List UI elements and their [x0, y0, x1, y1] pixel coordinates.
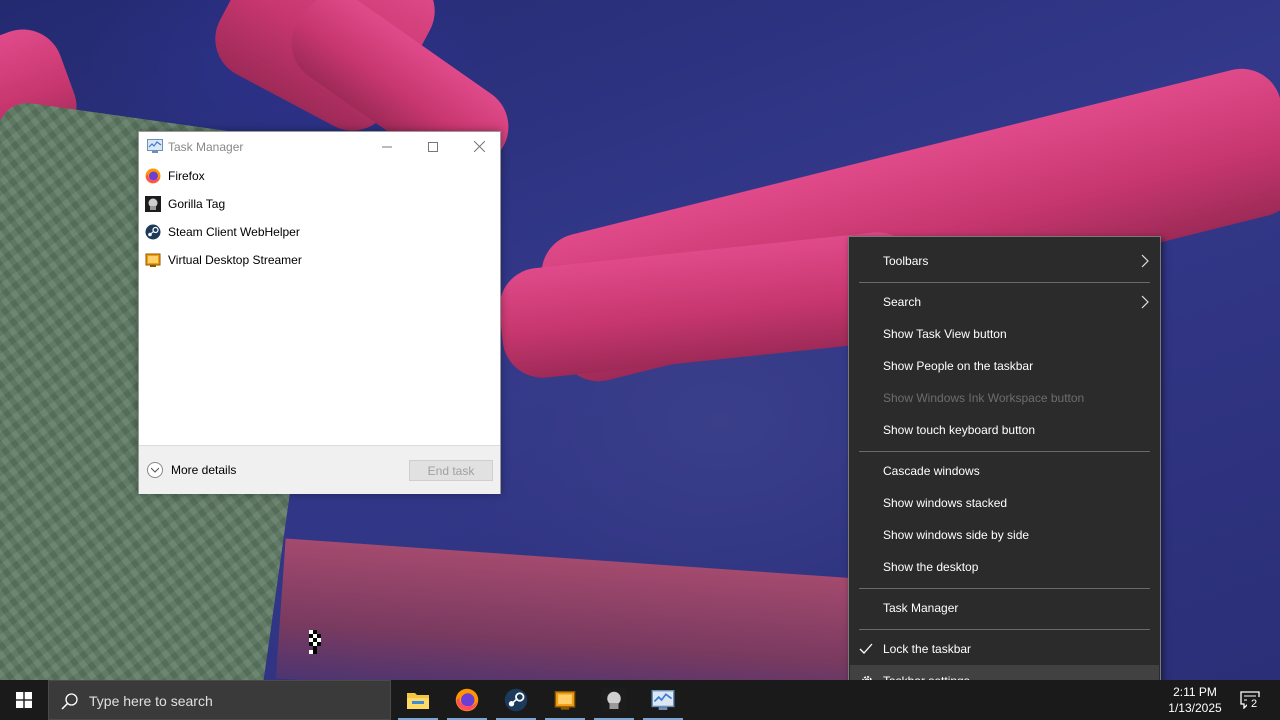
minimize-button[interactable] [364, 132, 410, 161]
taskbar-app-file-explorer[interactable] [394, 680, 442, 720]
task-manager-icon [651, 690, 675, 710]
taskbar-context-menu: Toolbars Search Show Task View button Sh… [848, 236, 1161, 705]
menu-item-cascade-windows[interactable]: Cascade windows [849, 455, 1160, 487]
steam-icon [504, 688, 528, 712]
checkmark-icon [859, 643, 873, 654]
process-list: Firefox Gorilla Tag Steam Client WebHelp… [139, 162, 500, 274]
process-item-gorilla-tag[interactable]: Gorilla Tag [139, 190, 500, 218]
maximize-button[interactable] [410, 132, 456, 161]
gorilla-tag-icon [145, 196, 161, 212]
menu-item-show-touch-keyboard[interactable]: Show touch keyboard button [849, 414, 1160, 446]
menu-separator [859, 588, 1150, 589]
end-task-button[interactable]: End task [409, 460, 493, 481]
taskbar-search-box[interactable]: Type here to search [48, 680, 391, 720]
menu-item-label: Show touch keyboard button [883, 423, 1036, 437]
menu-item-label: Cascade windows [883, 464, 980, 478]
pink-floor [275, 538, 905, 680]
menu-item-toolbars[interactable]: Toolbars [849, 245, 1160, 277]
menu-separator [859, 451, 1150, 452]
taskbar[interactable]: Type here to search 2:11 PM 1/13/2025 [0, 680, 1280, 720]
menu-item-show-desktop[interactable]: Show the desktop [849, 551, 1160, 583]
process-name: Virtual Desktop Streamer [168, 253, 302, 267]
maximize-icon [428, 141, 438, 152]
system-clock[interactable]: 2:11 PM 1/13/2025 [1160, 684, 1230, 716]
start-button[interactable] [0, 680, 48, 720]
taskbar-app-gorilla-tag[interactable] [590, 680, 638, 720]
notification-count-badge: 2 [1247, 697, 1261, 711]
menu-item-label: Task Manager [883, 601, 959, 615]
windows-logo-icon [16, 692, 32, 708]
virtual-desktop-icon [145, 253, 161, 267]
process-item-virtual-desktop[interactable]: Virtual Desktop Streamer [139, 246, 500, 274]
menu-item-label: Show Task View button [883, 327, 1007, 341]
file-explorer-icon [407, 693, 429, 709]
process-item-steam[interactable]: Steam Client WebHelper [139, 218, 500, 246]
taskbar-app-virtual-desktop[interactable] [541, 680, 589, 720]
menu-item-label: Show Windows Ink Workspace button [883, 391, 1085, 405]
chevron-down-icon [147, 462, 163, 478]
virtual-desktop-icon [554, 691, 576, 710]
task-manager-window[interactable]: Task Manager Firefox Gorilla Tag Steam C… [138, 131, 501, 494]
menu-item-label: Show the desktop [883, 560, 979, 574]
menu-separator [859, 282, 1150, 283]
steam-icon [145, 224, 161, 240]
menu-item-show-ink-workspace: Show Windows Ink Workspace button [849, 382, 1160, 414]
firefox-icon [145, 168, 161, 184]
menu-item-label: Toolbars [883, 254, 929, 268]
firefox-icon [455, 688, 479, 712]
chevron-right-icon [1141, 254, 1149, 268]
process-name: Firefox [168, 169, 205, 183]
clock-time: 2:11 PM [1173, 685, 1217, 699]
search-placeholder: Type here to search [89, 693, 213, 709]
menu-item-label: Show windows stacked [883, 496, 1008, 510]
menu-item-label: Search [883, 295, 922, 309]
menu-item-show-task-view[interactable]: Show Task View button [849, 318, 1160, 350]
process-item-firefox[interactable]: Firefox [139, 162, 500, 190]
menu-item-lock-taskbar[interactable]: Lock the taskbar [849, 633, 1160, 665]
menu-item-label: Show People on the taskbar [883, 359, 1034, 373]
more-details-button[interactable]: More details [147, 460, 236, 480]
clock-date: 1/13/2025 [1168, 701, 1222, 715]
menu-item-show-people[interactable]: Show People on the taskbar [849, 350, 1160, 382]
process-name: Steam Client WebHelper [168, 225, 300, 239]
close-icon [473, 141, 485, 152]
taskbar-app-firefox[interactable] [443, 680, 491, 720]
taskbar-app-steam[interactable] [492, 680, 540, 720]
process-name: Gorilla Tag [168, 197, 226, 211]
search-icon [61, 693, 78, 710]
menu-item-label: Show windows side by side [883, 528, 1030, 542]
gorilla-tag-icon [602, 688, 626, 712]
task-manager-icon [147, 139, 163, 153]
taskbar-app-task-manager[interactable] [639, 680, 687, 720]
menu-item-show-windows-side-by-side[interactable]: Show windows side by side [849, 519, 1160, 551]
title-bar[interactable]: Task Manager [139, 132, 500, 161]
menu-item-show-windows-stacked[interactable]: Show windows stacked [849, 487, 1160, 519]
menu-item-label: Lock the taskbar [883, 642, 972, 656]
minimize-icon [382, 146, 392, 147]
menu-item-task-manager[interactable]: Task Manager [849, 592, 1160, 624]
close-button[interactable] [456, 132, 502, 161]
chevron-right-icon [1141, 295, 1149, 309]
more-details-label: More details [171, 463, 237, 477]
menu-item-search[interactable]: Search [849, 286, 1160, 318]
task-manager-footer: More details End task [139, 445, 500, 494]
window-title: Task Manager [168, 140, 244, 154]
cursor-icon [309, 630, 321, 654]
menu-separator [859, 629, 1150, 630]
